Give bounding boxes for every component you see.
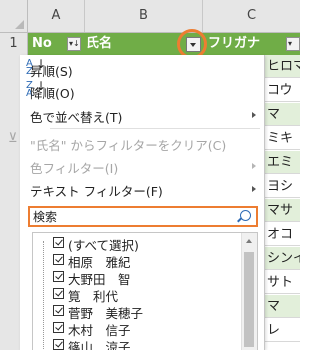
sort-descending-label: 降順(O) — [30, 86, 75, 101]
sort-descending-item[interactable]: ZA ↓ 降順(O) — [20, 80, 264, 102]
clear-filter-label: "氏名" からフィルターをクリア(C) — [30, 138, 227, 153]
kana-cell[interactable]: サト — [264, 271, 300, 294]
menu-separator — [50, 128, 260, 129]
submenu-arrow-icon — [252, 186, 256, 192]
scroll-thumb[interactable] — [244, 252, 254, 347]
checkbox-checked-icon[interactable] — [53, 322, 64, 333]
sort-by-color-label: 色で並べ替え(T) — [30, 110, 123, 125]
submenu-arrow-icon — [252, 112, 256, 118]
filter-dropdown-kana[interactable]: ▾ — [286, 37, 300, 51]
kana-cell[interactable]: シンイ — [264, 247, 300, 270]
search-box[interactable] — [28, 206, 258, 227]
filter-value-list: (すべて選択) 相原 雅紀 大野田 智筧 利代 菅野 美穂子 木村 信子 篠山 涼子 — [32, 232, 258, 350]
clear-filter-icon: ⊻ — [8, 131, 18, 146]
checkbox-checked-icon[interactable] — [53, 288, 64, 299]
checkbox-checked-icon[interactable] — [53, 305, 64, 316]
row-header-1[interactable]: 1 — [0, 33, 28, 55]
list-item-label: 篠山 涼子 — [68, 340, 131, 350]
kana-cell[interactable]: ヨシ — [264, 175, 300, 198]
checkbox-checked-icon[interactable] — [53, 237, 64, 248]
column-header-b[interactable]: B — [85, 0, 203, 32]
header-kana: フリガナ — [208, 36, 261, 51]
color-filter-label: 色フィルター(I) — [30, 161, 119, 176]
kana-cell[interactable]: コウ — [264, 79, 300, 102]
submenu-arrow-icon — [252, 163, 256, 169]
kana-cell[interactable]: レ — [264, 319, 300, 342]
column-header-c[interactable]: C — [203, 0, 300, 32]
checkbox-checked-icon[interactable] — [53, 339, 64, 350]
kana-cell[interactable]: マ — [264, 103, 300, 126]
sort-ascending-item[interactable]: AZ ↓ 昇順(S) — [20, 58, 264, 80]
checkbox-checked-icon[interactable] — [53, 271, 64, 282]
list-scrollbar[interactable] — [241, 233, 257, 350]
checkbox-checked-icon[interactable] — [53, 254, 64, 265]
column-header-a[interactable]: A — [28, 0, 85, 32]
tree-line — [43, 241, 45, 350]
text-filter-item[interactable]: テキスト フィルター(F) — [20, 178, 264, 200]
header-name: 氏名 — [86, 36, 113, 51]
kana-cell[interactable]: マサ — [264, 199, 300, 222]
text-filter-label: テキスト フィルター(F) — [30, 184, 163, 199]
column-header-bar: A B C — [0, 0, 300, 33]
scroll-up-arrow-icon[interactable] — [246, 239, 252, 243]
color-filter-item[interactable]: 色フィルター(I) — [20, 155, 264, 177]
select-all-corner[interactable] — [0, 0, 28, 32]
clear-filter-item[interactable]: ⊻ "氏名" からフィルターをクリア(C) — [8, 132, 264, 154]
kana-cell[interactable]: マ — [264, 295, 300, 318]
kana-cell[interactable]: ミキ — [264, 127, 300, 150]
sort-ascending-label: 昇順(S) — [30, 64, 73, 79]
kana-cell[interactable]: ヒロマ — [264, 55, 300, 78]
kana-cell[interactable]: オコ — [264, 223, 300, 246]
filter-dropdown-no[interactable]: ▾↓ — [67, 37, 81, 51]
search-input[interactable] — [33, 209, 223, 224]
search-icon — [240, 210, 251, 221]
kana-cell[interactable]: エミ — [264, 151, 300, 174]
header-no: No — [32, 36, 52, 51]
sort-by-color-item[interactable]: 色で並べ替え(T) — [20, 104, 264, 126]
